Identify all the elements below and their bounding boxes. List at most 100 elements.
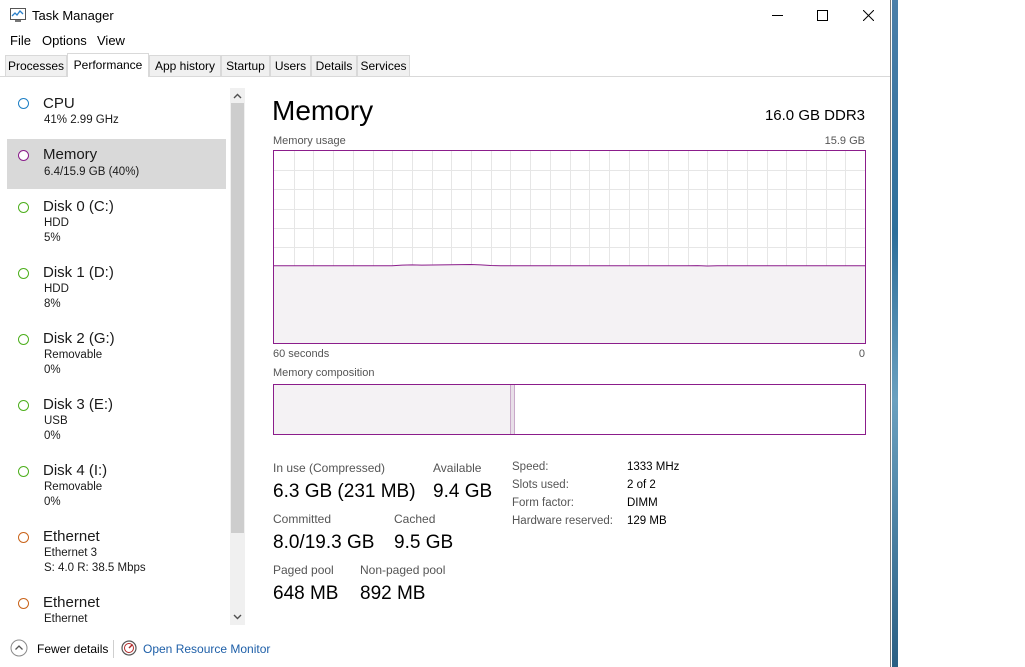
hardware-reserved-label: Hardware reserved: xyxy=(512,515,613,527)
memory-usage-plot xyxy=(274,151,865,343)
chevron-down-icon xyxy=(233,614,242,620)
tab-users[interactable]: Users xyxy=(270,55,311,76)
sidebar-item-title: Disk 4 (I:) xyxy=(43,462,108,479)
paged-pool-label: Paged pool xyxy=(273,563,334,577)
menu-bar: File Options View xyxy=(0,31,890,51)
scroll-down-button[interactable] xyxy=(230,610,245,624)
task-manager-app-icon xyxy=(10,8,26,22)
committed-label: Committed xyxy=(273,512,332,526)
title-bar[interactable]: Task Manager xyxy=(0,0,890,30)
desktop-wallpaper-edge xyxy=(892,0,898,667)
sidebar-item-detail: 0% xyxy=(44,364,61,376)
sidebar-scrollbar[interactable] xyxy=(230,88,245,625)
sidebar-item-detail: USB xyxy=(44,415,68,427)
sidebar-item-detail: Removable xyxy=(44,481,103,493)
disk-status-icon xyxy=(18,400,29,411)
sidebar-item-detail: 8% xyxy=(44,298,61,310)
menu-file[interactable]: File xyxy=(10,33,31,48)
committed-value: 8.0/19.3 GB xyxy=(273,532,375,553)
network-status-icon xyxy=(18,532,29,543)
chevron-up-icon xyxy=(233,93,242,99)
close-button[interactable] xyxy=(845,0,891,30)
paged-pool-value: 648 MB xyxy=(273,583,339,604)
sidebar-item-title: Ethernet xyxy=(43,594,100,611)
sidebar-item-detail: 0% xyxy=(44,496,61,508)
sidebar-item-disk-2[interactable]: Disk 2 (G:) Removable 0% xyxy=(7,326,226,388)
sidebar-item-title: Disk 0 (C:) xyxy=(43,198,114,215)
graph-time-span: 60 seconds xyxy=(273,348,330,360)
footer-divider xyxy=(113,640,114,658)
tab-performance[interactable]: Performance xyxy=(67,53,149,77)
desktop-background xyxy=(892,0,1025,667)
slots-used-value: 2 of 2 xyxy=(627,479,656,491)
tab-details[interactable]: Details xyxy=(311,55,357,76)
maximize-icon xyxy=(816,9,828,21)
sidebar-item-cpu[interactable]: CPU 41% 2.99 GHz xyxy=(7,90,226,138)
open-resource-monitor-link[interactable]: Open Resource Monitor xyxy=(121,638,281,660)
resource-monitor-icon xyxy=(121,640,137,656)
close-icon xyxy=(862,9,874,21)
composition-in-use-segment xyxy=(274,385,510,434)
sidebar-item-detail: 6.4/15.9 GB (40%) xyxy=(44,166,140,178)
sidebar-item-disk-0[interactable]: Disk 0 (C:) HDD 5% xyxy=(7,194,226,256)
sidebar-item-title: CPU xyxy=(43,95,75,112)
sidebar-item-ethernet-3[interactable]: Ethernet Ethernet 3 S: 4.0 R: 38.5 Mbps xyxy=(7,524,226,586)
tab-services[interactable]: Services xyxy=(357,55,410,76)
fewer-details-button[interactable]: Fewer details xyxy=(10,638,110,660)
in-use-label: In use (Compressed) xyxy=(273,461,386,475)
available-label: Available xyxy=(433,461,482,475)
sidebar-item-disk-1[interactable]: Disk 1 (D:) HDD 8% xyxy=(7,260,226,322)
composition-modified-segment xyxy=(510,385,515,434)
sidebar-item-title: Disk 1 (D:) xyxy=(43,264,114,281)
menu-view[interactable]: View xyxy=(97,33,125,48)
scroll-up-button[interactable] xyxy=(230,89,245,103)
disk-status-icon xyxy=(18,334,29,345)
sidebar-item-disk-4[interactable]: Disk 4 (I:) Removable 0% xyxy=(7,458,226,520)
sidebar-item-memory[interactable]: Memory 6.4/15.9 GB (40%) xyxy=(7,139,226,189)
tab-app-history[interactable]: App history xyxy=(149,55,221,76)
tab-startup[interactable]: Startup xyxy=(221,55,270,76)
memory-usage-area xyxy=(274,264,865,343)
sidebar-item-ethernet[interactable]: Ethernet Ethernet xyxy=(7,590,226,629)
memory-composition-bar xyxy=(273,384,866,435)
form-factor-label: Form factor: xyxy=(512,497,574,509)
fewer-details-label: Fewer details xyxy=(37,642,109,656)
disk-status-icon xyxy=(18,466,29,477)
disk-status-icon xyxy=(18,268,29,279)
form-factor-value: DIMM xyxy=(627,497,658,509)
sidebar-item-detail: Removable xyxy=(44,349,103,361)
memory-usage-label: Memory usage xyxy=(273,135,346,147)
sidebar-item-title: Memory xyxy=(43,146,98,163)
tab-processes[interactable]: Processes xyxy=(5,55,67,76)
minimize-icon xyxy=(771,14,783,16)
memory-usage-line xyxy=(274,263,865,267)
memory-composition-label: Memory composition xyxy=(273,367,375,379)
sidebar-item-detail: Ethernet 3 xyxy=(44,547,98,559)
sidebar-item-disk-3[interactable]: Disk 3 (E:) USB 0% xyxy=(7,392,226,454)
performance-sidebar: CPU 41% 2.99 GHz Memory 6.4/15.9 GB (40%… xyxy=(0,84,248,629)
sidebar-item-detail: 5% xyxy=(44,232,61,244)
disk-status-icon xyxy=(18,202,29,213)
scroll-thumb[interactable] xyxy=(231,103,244,533)
menu-options[interactable]: Options xyxy=(42,33,87,48)
speed-value: 1333 MHz xyxy=(627,461,680,473)
sidebar-item-detail: S: 4.0 R: 38.5 Mbps xyxy=(44,562,146,574)
network-status-icon xyxy=(18,598,29,609)
hardware-reserved-value: 129 MB xyxy=(627,515,667,527)
sidebar-item-detail: 41% 2.99 GHz xyxy=(44,114,119,126)
sidebar-item-title: Ethernet xyxy=(43,528,100,545)
memory-spec: 16.0 GB DDR3 xyxy=(764,107,865,124)
sidebar-item-detail: 0% xyxy=(44,430,61,442)
available-value: 9.4 GB xyxy=(433,481,493,502)
cached-value: 9.5 GB xyxy=(394,532,454,553)
cpu-status-icon xyxy=(18,98,29,109)
non-paged-pool-value: 892 MB xyxy=(360,583,426,604)
footer-bar: Fewer details Open Resource Monitor xyxy=(0,630,890,667)
graph-time-now: 0 xyxy=(858,348,865,360)
cached-label: Cached xyxy=(394,512,436,526)
minimize-button[interactable] xyxy=(754,0,800,30)
maximize-button[interactable] xyxy=(799,0,845,30)
task-manager-window: Task Manager File Options View Processes… xyxy=(0,0,891,667)
window-title: Task Manager xyxy=(32,8,114,23)
sidebar-item-detail: Ethernet xyxy=(44,613,88,625)
